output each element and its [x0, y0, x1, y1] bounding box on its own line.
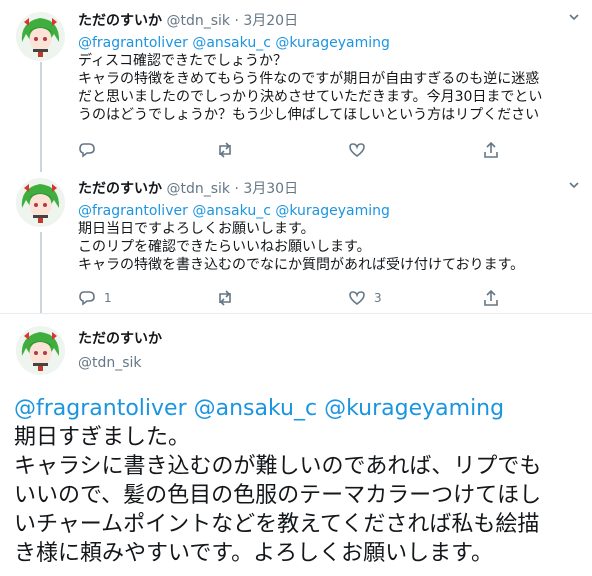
- tweet-date[interactable]: 3月30日: [243, 181, 298, 197]
- reply-icon: [79, 291, 95, 306]
- tweet-text-line: き様に頼みやすいです。よろしくお願いします。: [14, 541, 493, 566]
- tweet-text-line: いいので、髪の色目の色服のテーマカラーつけてほし: [14, 483, 542, 508]
- like-button[interactable]: 3: [348, 288, 382, 308]
- tweet-text-line: キャラの特徴を書き込むのでなにか質問があれば受け付けております。: [78, 257, 525, 273]
- tweet-header: ただのすいか @tdn_sik · 3月30日: [78, 180, 298, 198]
- tweet-body: @fragrantoliver @ansaku_c @kurageyaming …: [14, 394, 582, 568]
- like-count: 3: [374, 291, 382, 305]
- tweet-actions: [78, 140, 498, 160]
- mention-link[interactable]: @kurageyaming: [275, 35, 390, 51]
- reply-count: 1: [104, 291, 112, 305]
- tweet-header: ただのすいか @tdn_sik: [78, 330, 162, 372]
- tweet-text-line: うのはどうでしょうか？もう少し伸ばしてほしいという方はリプください: [78, 107, 540, 123]
- mention-link[interactable]: @ansaku_c: [192, 35, 271, 51]
- retweet-icon: [219, 290, 231, 306]
- retweet-button[interactable]: [216, 140, 242, 160]
- avatar[interactable]: [16, 326, 65, 375]
- retweet-icon: [219, 142, 231, 158]
- reply-button[interactable]: 1: [78, 288, 112, 308]
- tweet-text-line: 期日すぎました。: [14, 425, 191, 450]
- reply-icon: [79, 143, 95, 158]
- tweet-header: ただのすいか @tdn_sik · 3月20日: [78, 12, 298, 30]
- mention-list: @fragrantoliver @ansaku_c @kurageyaming: [14, 394, 582, 423]
- tweet-text-line: このリプを確認できたらいいねお願いします。: [78, 239, 371, 255]
- tweet-body: @fragrantoliver @ansaku_c @kurageyaming …: [78, 202, 578, 274]
- share-icon: [484, 289, 498, 306]
- tweet-text-line: キャラの特徴をきめてもらう件なのですが期日が自由すぎるのも逆に迷惑: [78, 71, 540, 87]
- tweet[interactable]: ただのすいか @tdn_sik · 3月30日 @fragrantoliver …: [0, 168, 592, 314]
- mention-link[interactable]: @fragrantoliver: [14, 396, 187, 421]
- display-name[interactable]: ただのすいか: [78, 13, 162, 29]
- tweet[interactable]: ただのすいか @tdn_sik · 3月20日 @fragrantoliver …: [0, 0, 592, 168]
- display-name[interactable]: ただのすいか: [78, 330, 162, 348]
- tweet-actions: 1 3: [78, 288, 498, 308]
- user-handle[interactable]: @tdn_sik: [166, 181, 230, 197]
- reply-button[interactable]: [78, 140, 104, 160]
- mention-link[interactable]: @kurageyaming: [324, 396, 504, 421]
- share-button[interactable]: [482, 140, 500, 160]
- tweet-text-line: キャラシに書き込むのが難しいのであれば、リプでも: [14, 454, 542, 479]
- mention-list: @fragrantoliver @ansaku_c @kurageyaming: [78, 202, 578, 220]
- tweet-text-line: だと思いましたのでしっかり決めさせていただきます。今月30日までとい: [78, 89, 543, 105]
- separator-dot: ·: [234, 181, 239, 197]
- tweet-text-line: いチャームポイントなどを教えてくだされば私も絵描: [14, 512, 540, 537]
- tweet-body: @fragrantoliver @ansaku_c @kurageyaming …: [78, 34, 578, 124]
- like-button[interactable]: [348, 140, 374, 160]
- chevron-down-icon[interactable]: [568, 180, 580, 193]
- user-handle[interactable]: @tdn_sik: [78, 354, 162, 372]
- share-button[interactable]: [482, 288, 500, 308]
- share-icon: [484, 141, 498, 158]
- display-name[interactable]: ただのすいか: [78, 181, 162, 197]
- avatar[interactable]: [16, 178, 65, 227]
- heart-icon: [349, 291, 365, 305]
- mention-link[interactable]: @kurageyaming: [275, 203, 390, 219]
- mention-link[interactable]: @ansaku_c: [194, 396, 317, 421]
- mention-list: @fragrantoliver @ansaku_c @kurageyaming: [78, 34, 578, 52]
- tweet-focused[interactable]: ただのすいか @tdn_sik @fragrantoliver @ansaku_…: [0, 314, 592, 576]
- user-handle[interactable]: @tdn_sik: [166, 13, 230, 29]
- tweet-text-line: 期日当日ですよろしくお願いします。: [78, 221, 315, 237]
- heart-icon: [349, 143, 365, 157]
- tweet-text-line: ディスコ確認できたでしょうか？: [78, 53, 288, 69]
- chevron-down-icon[interactable]: [568, 12, 580, 25]
- tweet-date[interactable]: 3月20日: [243, 13, 298, 29]
- avatar[interactable]: [16, 12, 65, 61]
- mention-link[interactable]: @fragrantoliver: [78, 203, 188, 219]
- separator-dot: ·: [234, 13, 239, 29]
- mention-link[interactable]: @ansaku_c: [192, 203, 271, 219]
- mention-link[interactable]: @fragrantoliver: [78, 35, 188, 51]
- retweet-button[interactable]: [216, 288, 242, 308]
